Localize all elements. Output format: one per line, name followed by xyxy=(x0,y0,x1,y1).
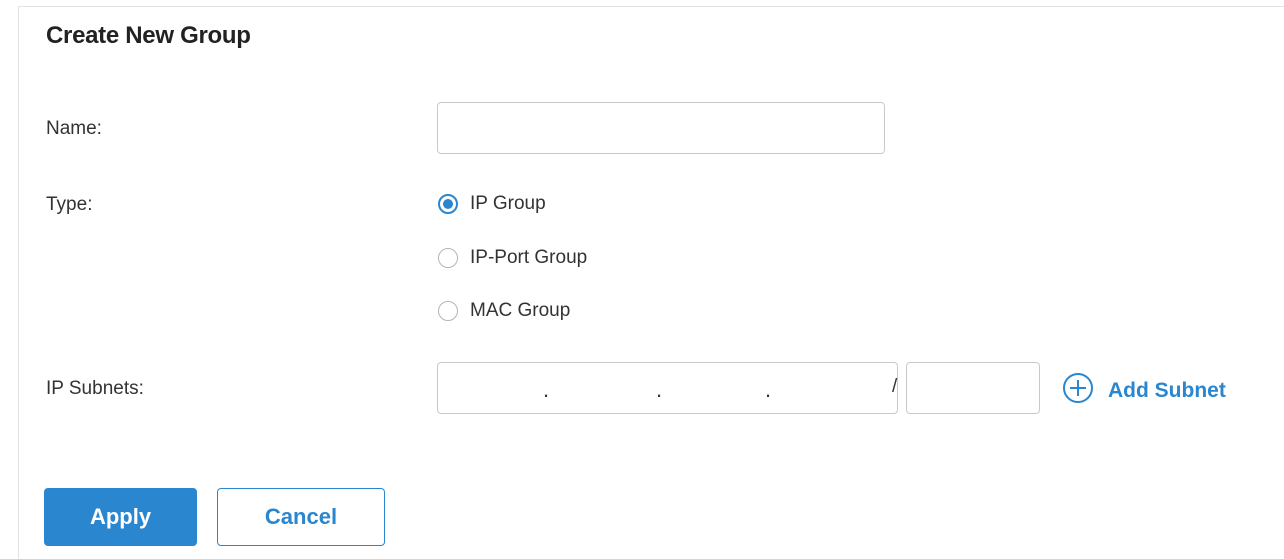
apply-button[interactable]: Apply xyxy=(44,488,197,546)
radio-button-checked[interactable] xyxy=(438,194,458,214)
radio-label-ip-port-group: IP-Port Group xyxy=(470,247,588,268)
ip-address-input[interactable]: . . . xyxy=(437,362,898,414)
mask-separator: / xyxy=(892,376,898,397)
radio-ip-group[interactable]: IP Group xyxy=(438,189,546,219)
radio-label-ip-group: IP Group xyxy=(470,193,546,214)
name-label: Name: xyxy=(46,118,102,139)
cancel-button[interactable]: Cancel xyxy=(217,488,385,546)
name-input[interactable] xyxy=(437,102,885,154)
radio-button[interactable] xyxy=(438,301,458,321)
type-label: Type: xyxy=(46,194,93,215)
radio-ip-port-group[interactable]: IP-Port Group xyxy=(438,243,587,273)
ip-octet-separator: . xyxy=(543,377,550,402)
ip-octet-separator: . xyxy=(656,377,663,402)
radio-mac-group[interactable]: MAC Group xyxy=(438,296,570,326)
subnet-mask-input[interactable] xyxy=(906,362,1040,414)
radio-label-mac-group: MAC Group xyxy=(470,300,571,321)
form-title: Create New Group xyxy=(46,22,251,49)
ip-octet-separator: . xyxy=(765,377,772,402)
add-subnet-button[interactable]: Add Subnet xyxy=(1062,372,1226,409)
ip-subnets-label: IP Subnets: xyxy=(46,378,144,399)
dialog-frame xyxy=(18,6,1284,559)
radio-button[interactable] xyxy=(438,248,458,268)
plus-circle-icon xyxy=(1062,372,1094,409)
add-subnet-label: Add Subnet xyxy=(1108,378,1226,402)
